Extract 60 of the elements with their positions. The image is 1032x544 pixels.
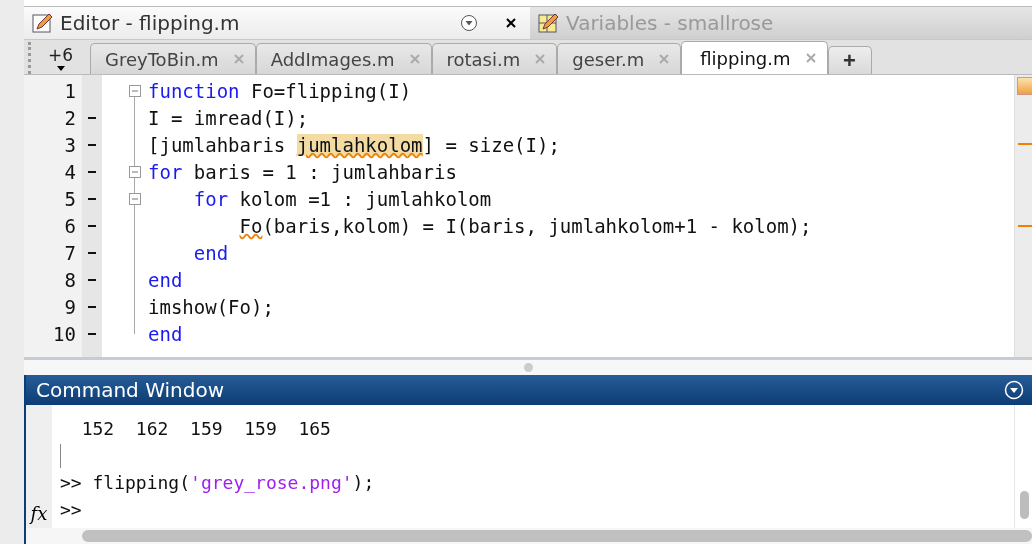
breakpoint-dash[interactable] [88,278,96,281]
code-line: [jumlahbaris jumlahkolom] = size(I); [148,133,560,156]
file-tab[interactable]: rotasi.m [431,43,558,74]
fold-toggle-icon[interactable] [129,165,141,178]
panel-title: Command Window [36,378,224,402]
code-line: for baris = 1 : jumlahbaris [148,160,457,183]
breakpoint-dash[interactable] [88,143,96,146]
breakpoint-dash[interactable] [88,197,96,200]
fold-toggle-icon[interactable] [129,84,141,97]
command-prompt[interactable]: >> [60,496,1014,523]
file-tab-label: AddImages.m [270,48,395,70]
line-number: 2 [63,106,77,129]
dropdown-menu-icon[interactable] [460,14,478,32]
code-line: function Fo=flipping(I) [148,79,412,102]
line-number: 7 [63,241,77,264]
code-line: I = imread(I); [148,106,309,129]
file-tab[interactable]: flipping.m [681,41,828,74]
line-number: 4 [63,160,77,183]
pencil-icon [32,12,54,34]
panel-title: Variables - smallrose [566,11,774,35]
breakpoint-dash[interactable] [88,116,96,119]
text-cursor [60,443,61,468]
code-line: Fo(baris,kolom) = I(baris, jumlahkolom+1 - kolom); [238,214,812,237]
breakpoint-dash[interactable] [88,305,96,308]
panel-title: Editor - flipping.m [60,11,240,35]
line-number: 5 [63,187,77,210]
function-browser-button[interactable]: fx [30,503,48,524]
line-number: 6 [63,214,77,237]
code-line: end [192,241,229,264]
fold-toggle-icon[interactable] [129,192,141,205]
scrollbar-thumb[interactable] [1020,491,1029,519]
table-pencil-icon [538,12,560,34]
code-line: end [148,322,183,345]
line-number: 1 [63,79,77,102]
file-tab[interactable]: geser.m [557,43,682,74]
line-number: 8 [63,268,77,291]
code-line: for kolom =1 : jumlahkolom [192,187,492,210]
output-line: 152 162 159 159 165 [80,417,332,441]
code-line: imshow(Fo); [148,295,274,318]
file-tab-label: GreyToBin.m [105,48,219,70]
breakpoint-dash[interactable] [88,224,96,227]
new-tab-button[interactable]: + [827,46,872,74]
close-icon[interactable] [504,16,518,30]
file-tab-label: flipping.m [700,47,791,69]
breakpoint-dash[interactable] [88,170,96,173]
file-tab-label: rotasi.m [446,48,521,70]
line-number: 3 [63,133,77,156]
command-line: >> flipping('grey_rose.png'); [60,471,376,495]
caret-icon [56,66,65,71]
scrollbar-thumb[interactable] [82,530,1032,542]
line-number: 10 [52,322,77,345]
breakpoint-dash[interactable] [88,332,96,335]
splitter-handle[interactable] [523,363,533,372]
file-tab-label: geser.m [572,48,645,70]
file-tab[interactable]: GreyToBin.m [90,43,256,74]
file-tab[interactable]: AddImages.m [255,43,432,74]
breakpoint-dash[interactable] [88,251,96,254]
code-line: end [148,268,183,291]
line-number: 9 [63,295,77,318]
panel-tab[interactable]: Editor - flipping.m [24,7,530,39]
